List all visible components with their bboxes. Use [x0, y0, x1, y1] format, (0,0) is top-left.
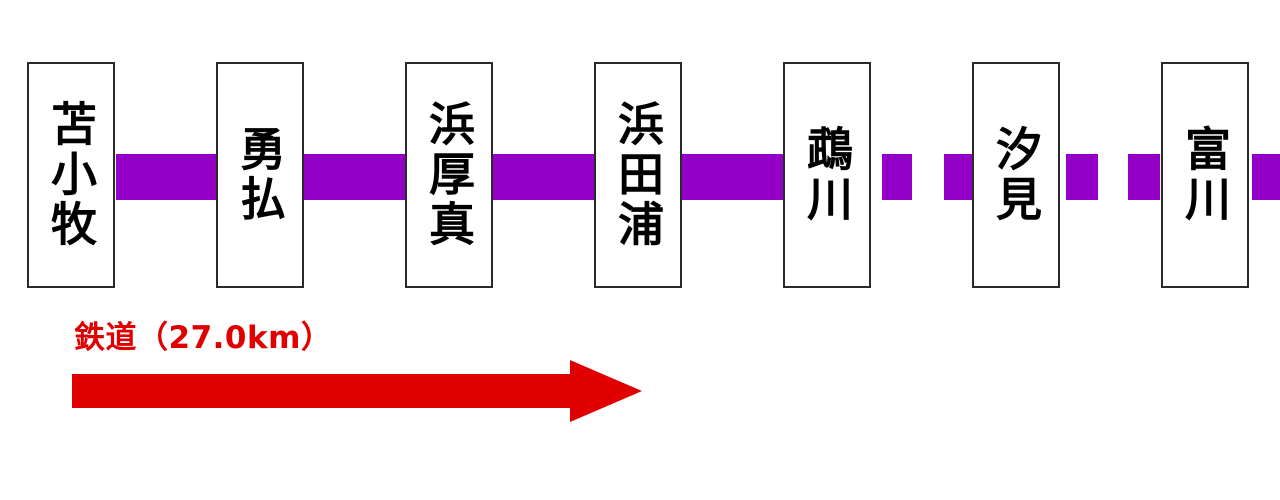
station-hamatanoura: 浜田浦 — [594, 62, 682, 288]
station-tomakomai: 苫小牧 — [27, 62, 115, 288]
station-shiomi: 汐見 — [972, 62, 1060, 288]
station-tomikawa: 富川 — [1161, 62, 1249, 288]
direction-arrow-icon — [72, 360, 642, 422]
route-line-dash — [1128, 154, 1160, 200]
route-line-dash — [882, 154, 912, 200]
route-line-dash — [1066, 154, 1098, 200]
arrow-shape — [72, 360, 642, 422]
route-line-dash — [944, 154, 974, 200]
station-name: 浜厚真 — [422, 100, 476, 250]
station-name: 鵡川 — [800, 125, 854, 225]
station-name: 浜田浦 — [611, 100, 665, 250]
route-line-dash — [1252, 154, 1280, 200]
station-hamaatsuma: 浜厚真 — [405, 62, 493, 288]
station-mukawa: 鵡川 — [783, 62, 871, 288]
station-name: 汐見 — [989, 125, 1043, 225]
railway-distance-label: 鉄道（27.0km） — [74, 320, 333, 356]
station-yufutsu: 勇払 — [216, 62, 304, 288]
station-name: 苫小牧 — [44, 100, 98, 250]
station-name: 勇払 — [233, 125, 287, 225]
station-name: 富川 — [1178, 125, 1232, 225]
